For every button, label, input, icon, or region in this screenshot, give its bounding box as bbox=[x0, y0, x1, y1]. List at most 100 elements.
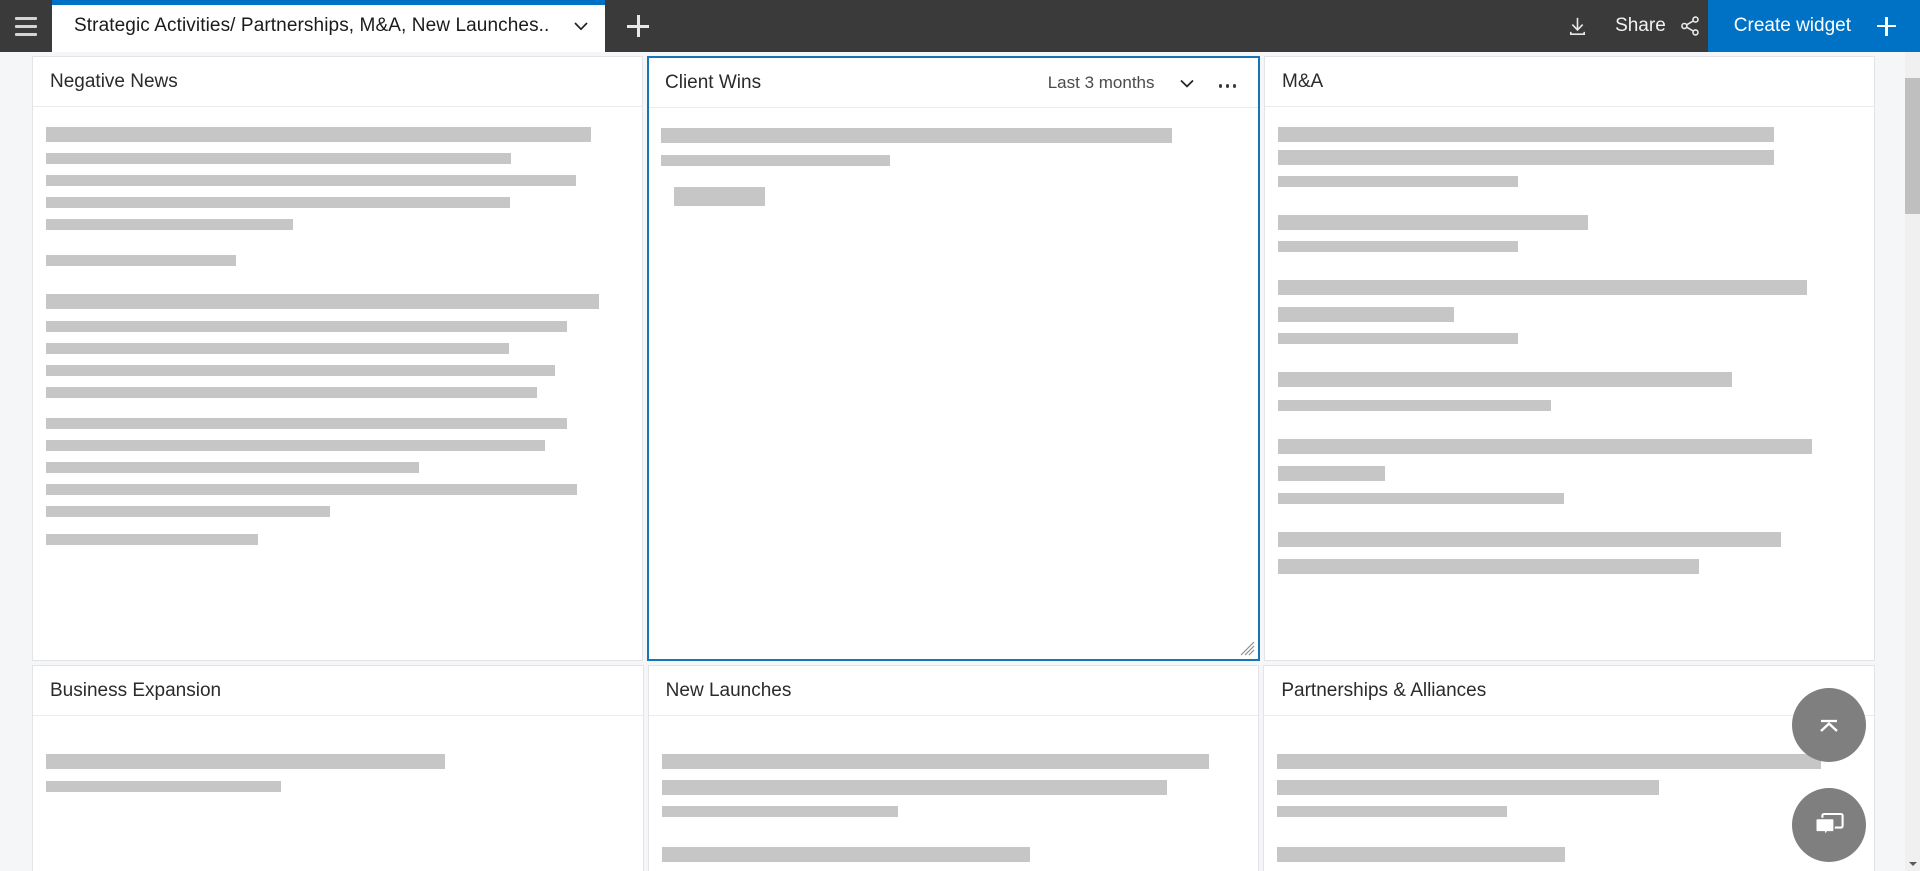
skeleton-placeholder-bar bbox=[1278, 493, 1564, 504]
skeleton-placeholder-bar bbox=[46, 365, 555, 376]
widget-card-title: Client Wins bbox=[665, 71, 762, 93]
create-widget-label: Create widget bbox=[1733, 15, 1851, 36]
widget-card[interactable]: Negative News bbox=[32, 56, 643, 661]
hamburger-line bbox=[15, 24, 37, 28]
scroll-to-top-icon bbox=[1820, 719, 1838, 732]
dot bbox=[1232, 84, 1236, 88]
widget-row-bottom: Business Expansion New Launches Partnershi… bbox=[0, 665, 1905, 871]
widget-card-body bbox=[33, 716, 643, 871]
create-widget-button[interactable]: Create widget bbox=[1707, 0, 1920, 52]
skeleton-placeholder-bar bbox=[1278, 439, 1812, 454]
skeleton-placeholder-bar bbox=[46, 754, 445, 769]
vertical-scrollbar[interactable] bbox=[1905, 52, 1920, 871]
skeleton-placeholder-bar bbox=[1277, 780, 1660, 795]
skeleton-placeholder-bar bbox=[1278, 215, 1588, 230]
plus-icon bbox=[1877, 16, 1896, 36]
skeleton-placeholder-bar bbox=[661, 847, 1030, 862]
hamburger-menu-icon[interactable] bbox=[0, 0, 52, 52]
period-filter-label[interactable]: Last 3 months bbox=[1048, 73, 1155, 93]
skeleton-placeholder-bar bbox=[46, 484, 577, 495]
skeleton-placeholder-bar bbox=[1277, 847, 1566, 862]
skeleton-placeholder-bar bbox=[661, 128, 1172, 143]
chevron-down-icon bbox=[1908, 861, 1917, 866]
skeleton-placeholder-bar bbox=[1278, 176, 1518, 187]
dot bbox=[1225, 84, 1229, 88]
widget-card-title: Partnerships & Alliances bbox=[1281, 679, 1487, 701]
skeleton-placeholder-bar bbox=[46, 255, 236, 266]
chat-support-button[interactable] bbox=[1792, 788, 1866, 862]
skeleton-placeholder-bar bbox=[1278, 307, 1454, 322]
resize-handle-icon[interactable] bbox=[1239, 640, 1255, 656]
scrollbar-thumb[interactable] bbox=[1905, 78, 1920, 214]
download-icon bbox=[1569, 17, 1585, 35]
top-bar-spacer bbox=[671, 0, 1553, 52]
download-button[interactable] bbox=[1553, 0, 1601, 52]
skeleton-placeholder-bar bbox=[46, 175, 576, 186]
skeleton-placeholder-bar bbox=[1278, 241, 1518, 252]
widget-card-title: New Launches bbox=[665, 679, 792, 701]
widget-card-body bbox=[1265, 107, 1874, 660]
skeleton-placeholder-bar bbox=[1278, 466, 1385, 481]
share-nodes-icon bbox=[1680, 16, 1699, 36]
skeleton-placeholder-bar bbox=[1278, 127, 1774, 142]
plus-icon bbox=[627, 15, 650, 37]
skeleton-placeholder-bar bbox=[1278, 333, 1518, 344]
skeleton-placeholder-bar bbox=[46, 387, 537, 398]
widget-card-body bbox=[649, 108, 1258, 659]
widget-card[interactable]: M&A bbox=[1264, 56, 1875, 661]
chat-bubble-icon bbox=[1815, 812, 1844, 838]
dashboard-tab[interactable]: Strategic Activities/ Partnerships, M&A,… bbox=[52, 0, 606, 52]
share-button[interactable]: Share bbox=[1601, 0, 1708, 52]
scroll-to-top-button[interactable] bbox=[1792, 688, 1866, 762]
skeleton-placeholder-bar bbox=[46, 197, 510, 208]
widget-card-header: M&A bbox=[1265, 57, 1874, 107]
hamburger-line bbox=[15, 16, 37, 20]
skeleton-placeholder-bar bbox=[1278, 400, 1551, 411]
skeleton-placeholder-bar bbox=[1278, 372, 1732, 387]
widget-card-header: New Launches bbox=[648, 666, 1259, 716]
dashboard-tab-label: Strategic Activities/ Partnerships, M&A,… bbox=[74, 15, 550, 36]
skeleton-placeholder-bar bbox=[661, 754, 1209, 769]
ellipsis-horizontal-icon[interactable] bbox=[1218, 73, 1236, 93]
share-label: Share bbox=[1615, 15, 1666, 36]
skeleton-placeholder-bar bbox=[46, 153, 511, 164]
widget-card[interactable]: New Launches bbox=[647, 665, 1260, 871]
skeleton-placeholder-bar bbox=[1278, 150, 1774, 165]
widget-card-body bbox=[1264, 716, 1874, 871]
chevron-down-icon[interactable] bbox=[571, 16, 591, 36]
top-bar: Strategic Activities/ Partnerships, M&A,… bbox=[0, 0, 1920, 52]
widget-card[interactable]: Partnerships & Alliances bbox=[1263, 665, 1876, 871]
skeleton-placeholder-bar bbox=[46, 294, 599, 309]
scrollbar-down-arrow[interactable] bbox=[1905, 856, 1920, 871]
skeleton-placeholder-bar bbox=[46, 418, 567, 429]
widget-card-body bbox=[33, 107, 642, 660]
skeleton-placeholder-bar bbox=[46, 781, 281, 792]
widget-card-title: Business Expansion bbox=[50, 679, 222, 701]
widget-card-body bbox=[649, 716, 1259, 871]
skeleton-placeholder-bar bbox=[1278, 532, 1781, 547]
chevron-down-icon[interactable] bbox=[1177, 73, 1197, 93]
skeleton-placeholder-bar bbox=[46, 127, 591, 142]
dashboard-board: Negative News Client Wins Last 3 months M&A… bbox=[0, 52, 1905, 871]
widget-card-header: Business Expansion bbox=[33, 666, 643, 716]
skeleton-placeholder-bar bbox=[661, 806, 898, 817]
widget-card[interactable]: Business Expansion bbox=[32, 665, 644, 871]
new-tab-button[interactable] bbox=[605, 0, 671, 52]
widget-card-title: M&A bbox=[1282, 70, 1324, 92]
skeleton-placeholder-bar bbox=[661, 155, 890, 166]
skeleton-placeholder-bar bbox=[46, 321, 567, 332]
hamburger-line bbox=[15, 32, 37, 36]
skeleton-placeholder-bar bbox=[46, 343, 509, 354]
widget-card-header: Client Wins Last 3 months bbox=[649, 58, 1258, 108]
widget-card[interactable]: Client Wins Last 3 months bbox=[647, 56, 1260, 661]
widget-row-top: Negative News Client Wins Last 3 months M&A bbox=[0, 56, 1905, 661]
skeleton-placeholder-bar bbox=[46, 440, 545, 451]
skeleton-placeholder-bar bbox=[1278, 280, 1807, 295]
skeleton-placeholder-bar bbox=[1277, 806, 1508, 817]
widget-card-header: Partnerships & Alliances bbox=[1264, 666, 1875, 716]
skeleton-placeholder-bar bbox=[661, 780, 1167, 795]
skeleton-placeholder-bar bbox=[674, 187, 765, 206]
dot bbox=[1218, 84, 1222, 88]
skeleton-placeholder-bar bbox=[46, 462, 419, 473]
skeleton-placeholder-bar bbox=[46, 506, 330, 517]
